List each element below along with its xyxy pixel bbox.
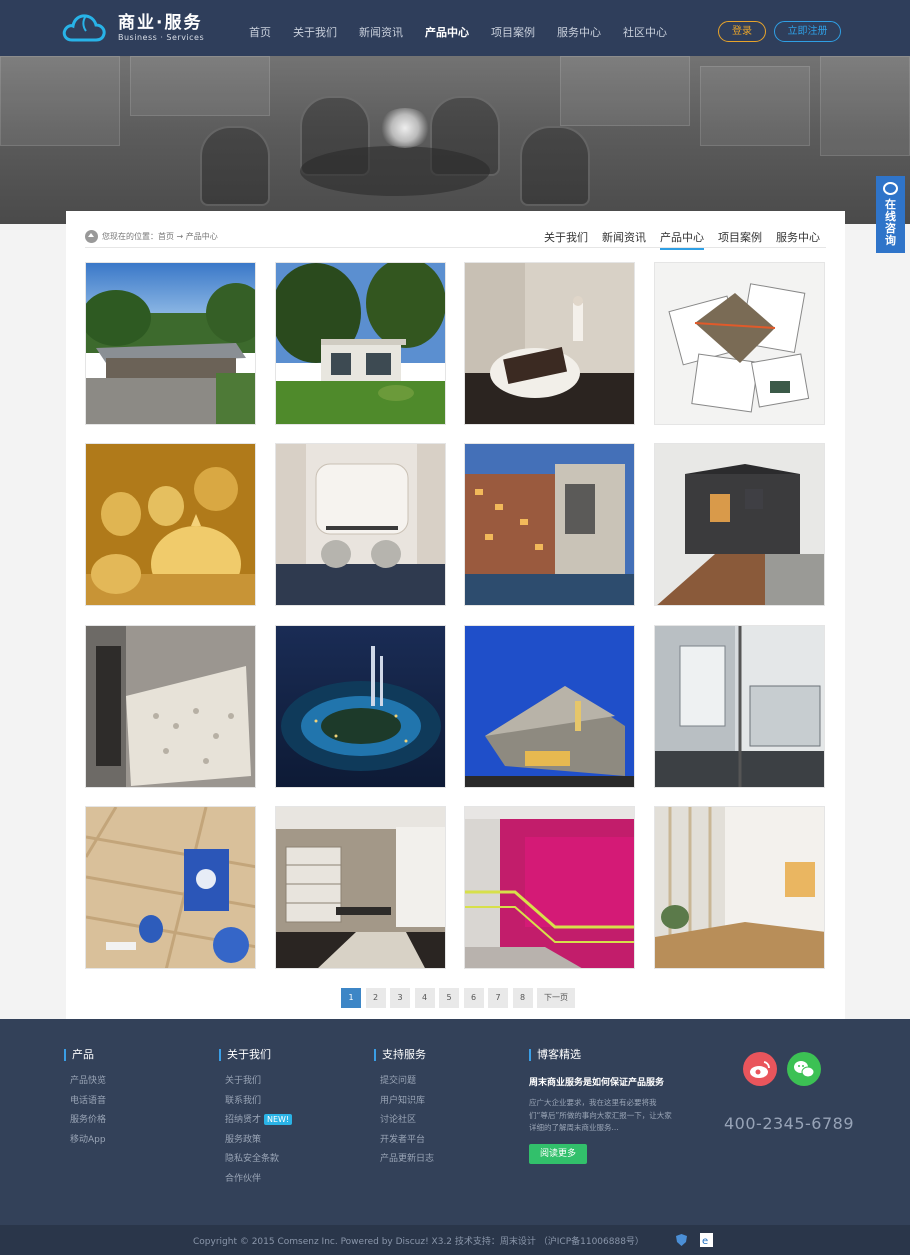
gallery-image-magenta-stairs[interactable] bbox=[464, 806, 635, 969]
product-gallery bbox=[85, 262, 826, 969]
ie-verify-icon[interactable]: e bbox=[700, 1232, 713, 1247]
menu-item-service[interactable]: 服务中心 bbox=[557, 24, 601, 40]
logo-subtitle: Business · Services bbox=[118, 32, 205, 42]
pagination: 1 2 3 4 5 6 7 8 下一页 bbox=[341, 988, 580, 1008]
footer-link[interactable]: 联系我们 bbox=[219, 1092, 292, 1112]
footer-link[interactable]: 产品更新日志 bbox=[374, 1150, 434, 1170]
gallery-image-glass-balcony[interactable] bbox=[654, 625, 825, 788]
weibo-icon[interactable] bbox=[743, 1052, 777, 1086]
gallery-image-architectural-plans[interactable] bbox=[654, 262, 825, 425]
gallery-image-dark-cube-house[interactable] bbox=[654, 443, 825, 606]
gallery-image-cafe-chairs[interactable] bbox=[275, 443, 446, 606]
footer-link[interactable]: 电话语音 bbox=[64, 1092, 106, 1112]
footer-col-title: 支持服务 bbox=[374, 1049, 434, 1061]
page-button-6[interactable]: 6 bbox=[463, 988, 484, 1008]
page-button-1[interactable]: 1 bbox=[341, 988, 361, 1008]
online-consult-tab[interactable]: 在线咨询 bbox=[876, 176, 905, 253]
read-more-button[interactable]: 阅读更多 bbox=[529, 1143, 587, 1164]
footer-link-jobs[interactable]: 招纳贤才 NEW! bbox=[219, 1111, 293, 1131]
top-navbar: 商业·服务 Business · Services 首页 关于我们 新闻资讯 产… bbox=[0, 0, 910, 62]
gallery-image-interior-table[interactable] bbox=[464, 262, 635, 425]
content-card: 您现在的位置：首页 → 产品中心 关于我们 新闻资讯 产品中心 项目案例 服务中… bbox=[66, 211, 845, 1019]
footer-link[interactable]: 用户知识库 bbox=[374, 1092, 434, 1112]
gallery-image-golden-domes[interactable] bbox=[85, 443, 256, 606]
copyright-text: Copyright © 2015 Comsenz Inc. Powered by… bbox=[193, 1237, 644, 1247]
login-button[interactable]: 登录 bbox=[718, 21, 766, 42]
breadcrumb-text: 您现在的位置：首页 → 产品中心 bbox=[102, 232, 218, 241]
menu-item-community[interactable]: 社区中心 bbox=[623, 24, 667, 40]
wechat-icon[interactable] bbox=[787, 1052, 821, 1086]
gallery-image-living-room[interactable] bbox=[275, 806, 446, 969]
menu-item-news[interactable]: 新闻资讯 bbox=[359, 24, 403, 40]
gallery-image-blue-cantilever[interactable] bbox=[464, 625, 635, 788]
footer-col-title: 关于我们 bbox=[219, 1049, 292, 1061]
new-badge: NEW! bbox=[264, 1114, 293, 1125]
service-phone: 400-2345-6789 bbox=[724, 1114, 855, 1133]
page-button-2[interactable]: 2 bbox=[365, 988, 386, 1008]
chat-bubble-icon bbox=[883, 182, 898, 195]
footer-col-support: 支持服务 提交问题 用户知识库 讨论社区 开发者平台 产品更新日志 bbox=[374, 1049, 434, 1170]
copyright-bar: Copyright © 2015 Comsenz Inc. Powered by… bbox=[0, 1225, 910, 1255]
svg-text:e: e bbox=[702, 1236, 708, 1247]
logo-title: 商业·服务 bbox=[118, 12, 203, 33]
page-button-8[interactable]: 8 bbox=[512, 988, 533, 1008]
gallery-image-wood-floor[interactable] bbox=[85, 806, 256, 969]
footer-col-title: 产品 bbox=[64, 1049, 106, 1061]
menu-item-about[interactable]: 关于我们 bbox=[293, 24, 337, 40]
footer-link[interactable]: 产品快览 bbox=[64, 1072, 106, 1092]
cloud-logo-icon bbox=[62, 13, 106, 43]
footer-link[interactable]: 合作伙伴 bbox=[219, 1170, 292, 1190]
page-button-3[interactable]: 3 bbox=[390, 988, 410, 1008]
footer-link[interactable]: 隐私安全条款 bbox=[219, 1150, 292, 1170]
footer-link[interactable]: 关于我们 bbox=[219, 1072, 292, 1092]
blog-post-title[interactable]: 周末商业服务是如何保证产品服务 bbox=[529, 1075, 675, 1088]
page-button-7[interactable]: 7 bbox=[488, 988, 508, 1008]
gallery-image-perforated-facade[interactable] bbox=[85, 625, 256, 788]
footer-link[interactable]: 服务政策 bbox=[219, 1131, 292, 1151]
menu-item-cases[interactable]: 项目案例 bbox=[491, 24, 535, 40]
footer: 产品 产品快览 电话语音 服务价格 移动App 关于我们 关于我们 联系我们 招… bbox=[0, 1019, 910, 1225]
footer-link[interactable]: 服务价格 bbox=[64, 1111, 106, 1131]
footer-blog: 博客精选 周末商业服务是如何保证产品服务 应广大企业要求，我在这里有必要将我们“… bbox=[529, 1049, 675, 1164]
home-icon[interactable] bbox=[85, 230, 98, 243]
footer-col-about: 关于我们 关于我们 联系我们 招纳贤才 NEW! 服务政策 隐私安全条款 合作伙伴 bbox=[219, 1049, 293, 1190]
gallery-image-glass-villa[interactable] bbox=[275, 262, 446, 425]
security-shield-icon[interactable] bbox=[675, 1232, 688, 1246]
footer-link-jobs-label: 招纳贤才 bbox=[225, 1115, 262, 1125]
gallery-image-hotel-waterfront[interactable] bbox=[464, 443, 635, 606]
footer-link[interactable]: 提交问题 bbox=[374, 1072, 434, 1092]
page-button-5[interactable]: 5 bbox=[439, 988, 459, 1008]
footer-link[interactable]: 开发者平台 bbox=[374, 1131, 434, 1151]
breadcrumb: 您现在的位置：首页 → 产品中心 bbox=[85, 230, 218, 243]
online-consult-label: 在线咨询 bbox=[885, 198, 896, 247]
divider bbox=[85, 247, 826, 248]
gallery-image-bright-corridor[interactable] bbox=[654, 806, 825, 969]
next-page-button[interactable]: 下一页 bbox=[537, 988, 575, 1008]
main-menu: 首页 关于我们 新闻资讯 产品中心 项目案例 服务中心 社区中心 bbox=[238, 24, 678, 40]
menu-item-products[interactable]: 产品中心 bbox=[425, 24, 469, 40]
footer-link[interactable]: 讨论社区 bbox=[374, 1111, 434, 1131]
gallery-image-modern-house[interactable] bbox=[85, 262, 256, 425]
footer-col-title: 博客精选 bbox=[529, 1049, 675, 1061]
logo[interactable]: 商业·服务 Business · Services bbox=[62, 13, 204, 43]
page-button-4[interactable]: 4 bbox=[414, 988, 435, 1008]
gallery-image-night-city[interactable] bbox=[275, 625, 446, 788]
footer-col-products: 产品 产品快览 电话语音 服务价格 移动App bbox=[64, 1049, 106, 1150]
footer-link[interactable]: 移动App bbox=[64, 1131, 106, 1151]
hero-banner bbox=[0, 56, 910, 224]
register-button[interactable]: 立即注册 bbox=[774, 21, 841, 42]
blog-post-desc: 应广大企业要求，我在这里有必要将我们“尊后”所做的事向大家汇报一下，让大家详细的… bbox=[529, 1098, 672, 1132]
menu-item-home[interactable]: 首页 bbox=[249, 24, 271, 40]
